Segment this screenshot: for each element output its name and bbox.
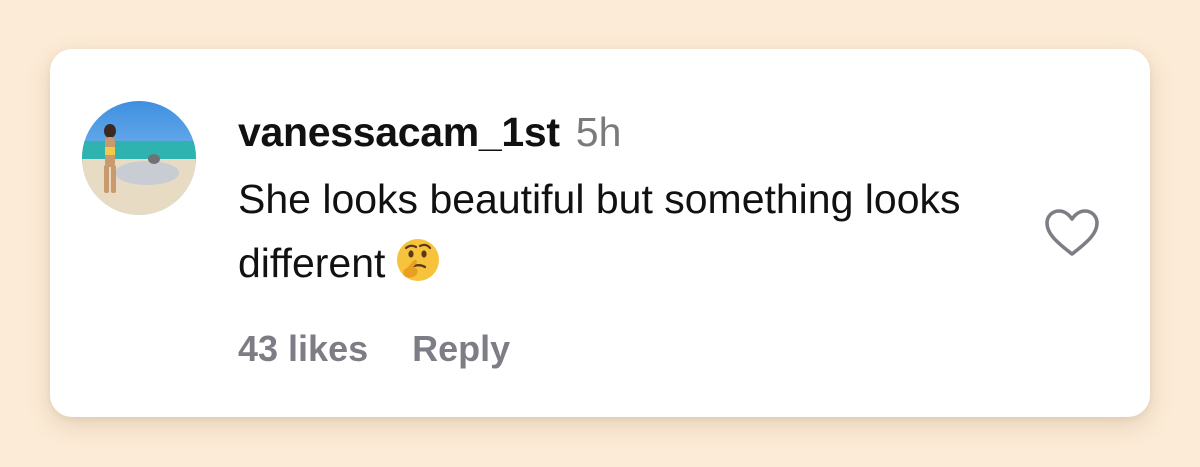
- comment-content: vanessacam_1st 5h She looks beautiful bu…: [238, 109, 1038, 301]
- username[interactable]: vanessacam_1st: [238, 109, 560, 156]
- comment-actions: 43 likes Reply: [238, 328, 510, 370]
- heart-outline-icon: [1045, 209, 1099, 256]
- comment-card: vanessacam_1st 5h She looks beautiful bu…: [50, 49, 1150, 417]
- avatar-image: [82, 101, 196, 215]
- likes-count[interactable]: 43 likes: [238, 328, 368, 370]
- comment-body: She looks beautiful but something looks …: [238, 176, 961, 286]
- comment-text: She looks beautiful but something looks …: [238, 167, 1038, 301]
- thinking-face-icon: [395, 237, 441, 301]
- avatar[interactable]: [82, 101, 196, 215]
- page: vanessacam_1st 5h She looks beautiful bu…: [0, 0, 1200, 467]
- like-button[interactable]: [1043, 207, 1101, 259]
- timestamp[interactable]: 5h: [576, 109, 622, 156]
- reply-button[interactable]: Reply: [412, 328, 510, 370]
- comment-meta: vanessacam_1st 5h: [238, 109, 1038, 161]
